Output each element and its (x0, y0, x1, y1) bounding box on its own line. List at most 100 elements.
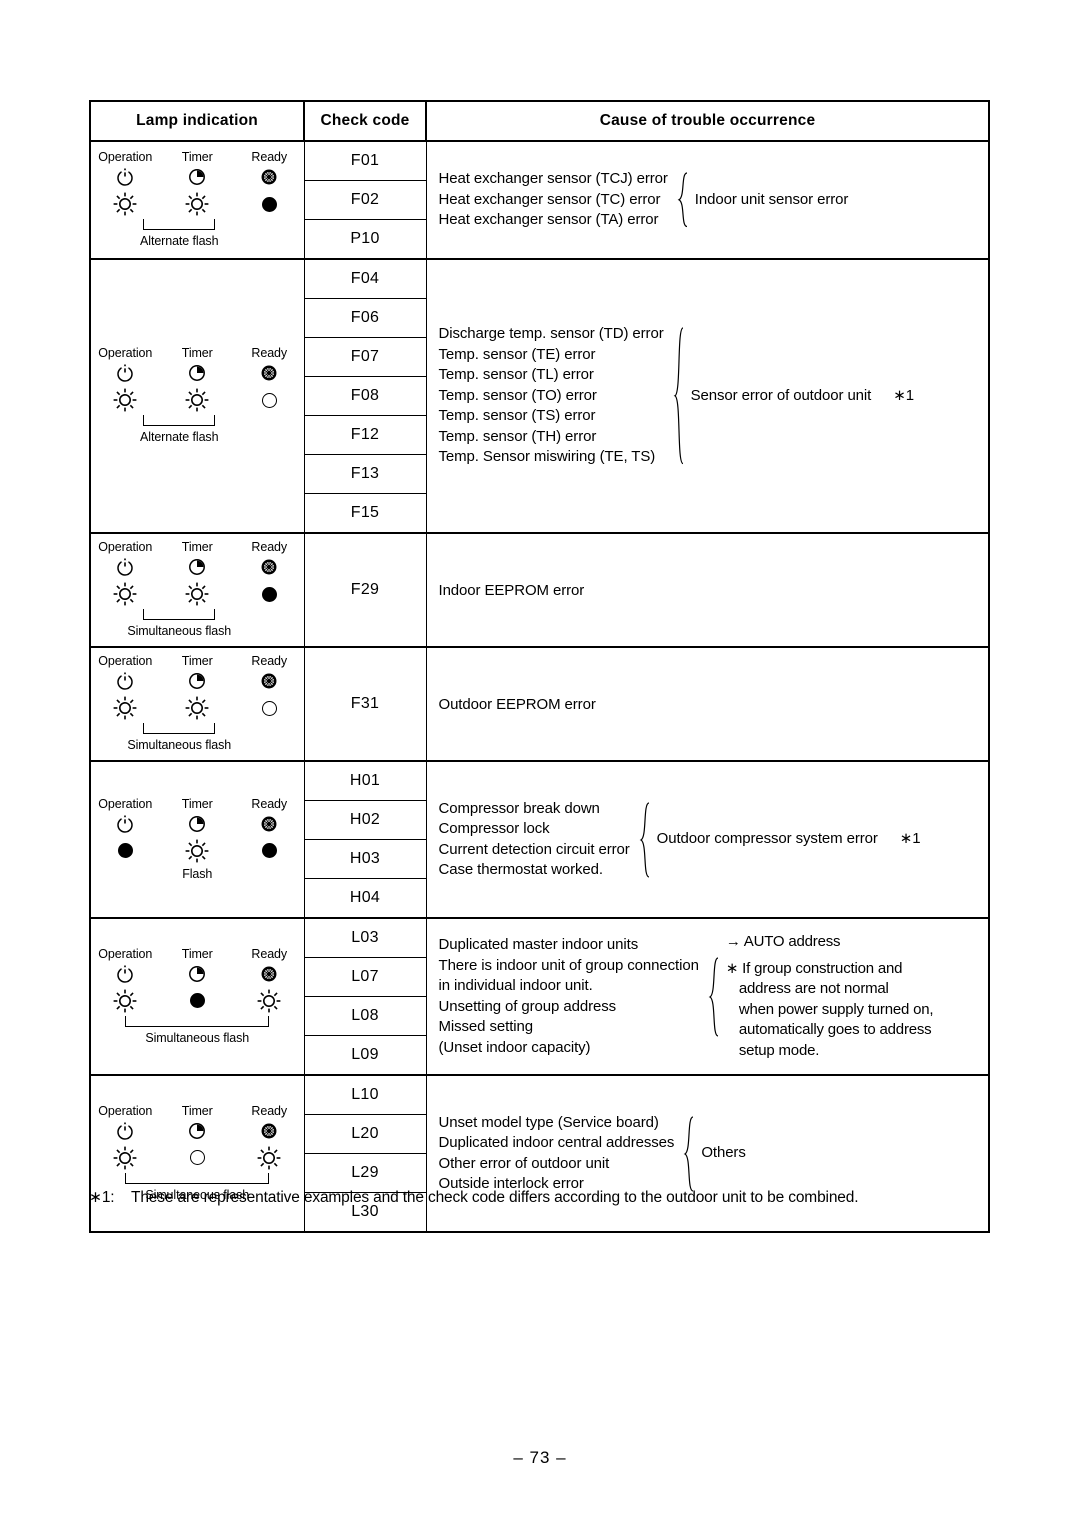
power-icon (115, 361, 135, 385)
grouping-brace (672, 327, 685, 465)
check-code-cell: F12 (303, 415, 427, 455)
check-code-cell: F15 (303, 493, 427, 534)
lamp-caption: Simultaneous flash (127, 624, 232, 638)
lamp-label-ready: Ready (251, 540, 288, 554)
footnote-label: ∗1: (89, 1189, 115, 1206)
lamp-label-timer: Timer (181, 1103, 213, 1118)
lamp-label-operation: Operation (98, 150, 153, 164)
lamp-indication-cell: Operation Timer Ready Alternate flash (89, 140, 305, 260)
lamp-column-operation: Operation (98, 654, 153, 723)
cause-summary: Others (701, 1144, 746, 1162)
lamp-column-ready: Ready (243, 540, 295, 609)
cause-cell: Unset model type (Service board) Duplicat… (425, 1074, 990, 1233)
lamp-state-flash-icon (110, 693, 140, 723)
lamp-indication-cell: Operation Timer Ready Simultaneous flash (89, 917, 305, 1076)
cause-summary: Indoor unit sensor error (694, 190, 849, 208)
lamp-column-ready: Ready (243, 947, 295, 1016)
clock-icon (187, 165, 207, 189)
trouble-diagnosis-table: Lamp indication Check code Cause of trou… (89, 100, 990, 1233)
lamp-label-operation: Operation (98, 654, 153, 668)
check-code-cell: F13 (303, 454, 427, 494)
footnote-text: These are representative examples and th… (131, 1189, 859, 1206)
footnote-reference: ∗1 (899, 830, 921, 848)
lamp-bracket (55, 609, 304, 623)
lamp-label-timer: Timer (181, 346, 213, 360)
lamp-state-on-icon (261, 836, 277, 866)
lamp-indication-cell: Operation Timer Ready Simultaneous flash (89, 532, 305, 648)
cause-item: Heat exchanger sensor (TA) error (438, 211, 659, 229)
ready-gear-icon (260, 165, 278, 189)
cause-item: Heat exchanger sensor (TC) error (438, 190, 661, 208)
cause-list: Compressor break down Compressor lock Curr… (439, 799, 630, 881)
grouping-brace (682, 1115, 695, 1192)
page-number: – 73 – (513, 1448, 567, 1467)
table-body: Operation Timer Ready Alternate flash F01 Hea… (89, 140, 990, 1233)
footnote-reference: ∗1 (893, 386, 914, 404)
footnote: ∗1: These are representative examples and… (89, 1188, 999, 1207)
lamp-state-flash-icon (182, 579, 212, 609)
ready-gear-icon (260, 669, 278, 693)
lamp-label-operation: Operation (98, 1103, 153, 1118)
lamp-bracket (91, 1015, 304, 1030)
check-code-cell: H04 (303, 878, 427, 919)
lamp-indication-cell: Operation Timer Ready Flash (89, 760, 305, 919)
lamp-column-timer: Timer (171, 150, 223, 219)
cause-item: Temp. Sensor miswiring (TE, TS) (438, 448, 656, 466)
lamp-state-flash-icon (182, 693, 212, 723)
lamp-diagram: Operation Timer Ready Alternate flash (91, 144, 304, 256)
grouping-brace (676, 172, 689, 228)
lamp-label-timer: Timer (181, 796, 213, 811)
table-row: Operation Timer Ready Simultaneous flash L03… (89, 917, 990, 1076)
lamp-state-flash-icon (254, 1143, 284, 1173)
lamp-state-flash-icon (182, 836, 212, 866)
lamp-caption: Flash (182, 866, 213, 881)
lamp-diagram: Operation Timer Ready Simultaneous flash (91, 534, 304, 646)
cause-item: Unset model type (Service board) (438, 1113, 659, 1131)
cause-item: Temp. sensor (TH) error (438, 427, 597, 445)
check-code-cell: P10 (303, 219, 427, 260)
cause-item: Discharge temp. sensor (TD) error (438, 325, 664, 343)
cause-cell: Indoor EEPROM error (425, 532, 990, 648)
check-code-cell: L08 (303, 996, 427, 1036)
lamp-label-timer: Timer (181, 654, 213, 668)
cause-text: Indoor EEPROM error (438, 581, 585, 599)
check-code-cell: F06 (303, 298, 427, 338)
lamp-label-ready: Ready (251, 1103, 288, 1118)
lamp-indication-cell: Operation Timer Ready Alternate flash (89, 258, 305, 534)
table-row: Operation Timer Ready Alternate flash F01 Hea… (89, 140, 990, 260)
lamp-column-timer: Timer (171, 654, 223, 723)
lamp-caption: Simultaneous flash (145, 1030, 250, 1045)
lamp-state-on-icon (261, 579, 277, 609)
lamp-label-operation: Operation (98, 796, 153, 811)
lamp-bracket (55, 219, 304, 233)
clock-icon (187, 361, 207, 385)
lamp-label-timer: Timer (181, 150, 213, 164)
lamp-column-operation: Operation (98, 150, 153, 219)
lamp-caption: Simultaneous flash (127, 738, 232, 752)
lamp-state-on-icon (189, 986, 205, 1016)
lamp-column-operation: Operation (98, 947, 152, 1016)
power-icon (115, 962, 135, 986)
lamp-column-operation: Operation (98, 540, 152, 609)
check-code-cell: F02 (303, 180, 427, 220)
cause-list: Heat exchanger sensor (TCJ) error Heat ex… (439, 169, 668, 231)
check-code-cell: L20 (303, 1114, 427, 1154)
table-row: Operation Timer Ready Simultaneous flash F31… (89, 646, 990, 762)
lamp-state-flash-icon (182, 189, 212, 219)
grouping-brace (707, 956, 720, 1037)
cause-list: Discharge temp. sensor (TD) error Temp. s… (439, 324, 664, 468)
cause-item: Heat exchanger sensor (TCJ) error (438, 170, 668, 188)
table-row: Operation Timer Ready Simultaneous flash L10… (89, 1074, 990, 1233)
check-code-cell: L29 (303, 1153, 427, 1193)
cause-item: Current detection circuit error (438, 840, 630, 858)
ready-gear-icon (260, 1119, 278, 1143)
lamp-bracket (91, 1172, 304, 1187)
lamp-state-off-icon (261, 385, 277, 415)
cause-item: Duplicated master indoor units (438, 936, 639, 953)
check-code-cell: F01 (303, 140, 427, 181)
cause-item: Case thermostat worked. (438, 861, 604, 878)
lamp-caption: Alternate flash (140, 430, 219, 444)
lamp-column-ready: Ready (243, 654, 295, 723)
lamp-label-ready: Ready (251, 946, 288, 961)
lamp-diagram: Operation Timer Ready Simultaneous flash (91, 648, 304, 760)
